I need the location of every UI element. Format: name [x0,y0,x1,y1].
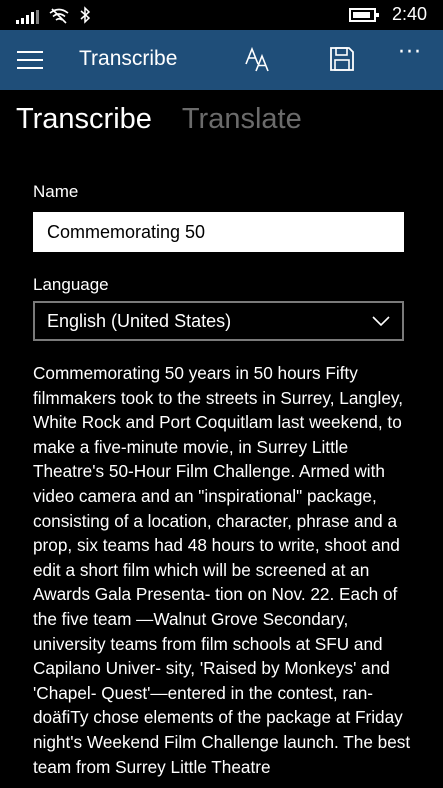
name-label: Name [33,182,79,201]
transcript-text[interactable]: Commemorating 50 years in 50 hours Fifty… [33,361,413,788]
signal-icon [16,10,39,24]
hamburger-menu-icon[interactable] [17,51,43,69]
language-label: Language [33,275,109,294]
name-input[interactable] [33,212,404,252]
font-size-icon[interactable] [243,44,275,76]
more-icon[interactable]: ··· [395,42,425,70]
tab-transcribe[interactable]: Transcribe [16,103,152,136]
tab-translate[interactable]: Translate [182,103,302,136]
status-bar: 2:40 [0,0,443,30]
language-select[interactable]: English (United States) [33,301,404,341]
battery-icon [348,7,379,22]
pivot-tabs: Transcribe Translate [16,103,302,136]
wifi-icon [49,8,69,24]
status-time: 2:40 [391,4,427,24]
bluetooth-icon [80,6,91,24]
chevron-down-icon [372,316,390,327]
app-title: Transcribe [79,47,178,70]
save-icon[interactable] [327,44,357,74]
app-bar: Transcribe ··· [0,30,443,90]
status-icons-left [16,6,91,24]
language-value: English (United States) [47,311,232,331]
status-icons-right: 2:40 [348,4,427,25]
